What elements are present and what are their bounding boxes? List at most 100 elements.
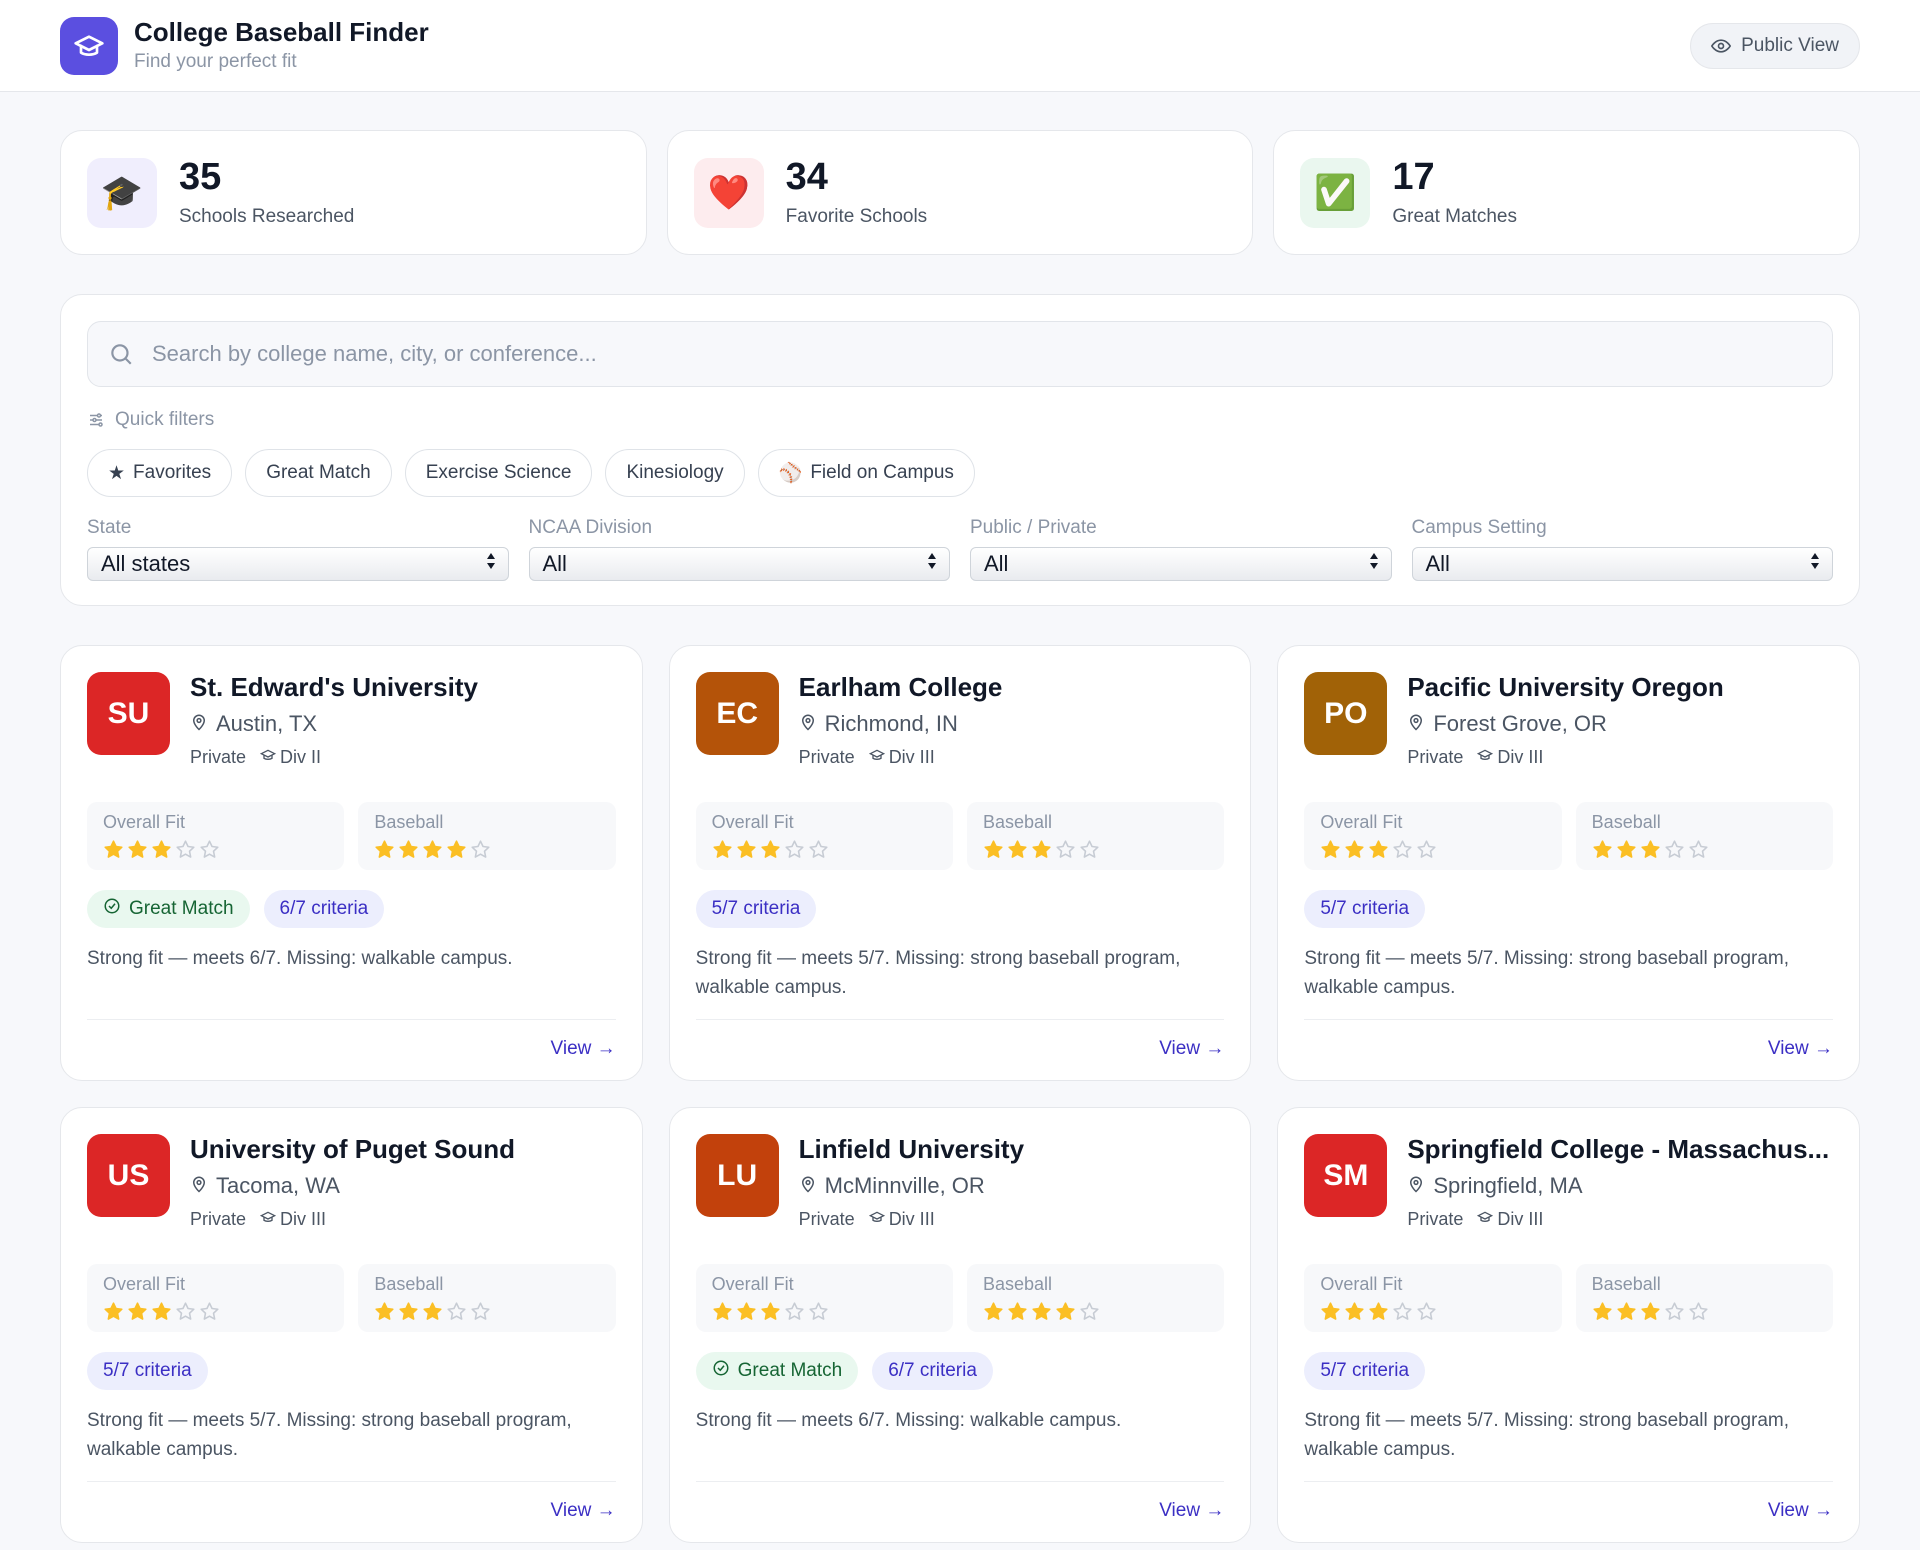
select-value: All states bbox=[101, 551, 191, 576]
star-filled-icon bbox=[423, 840, 442, 858]
star-filled-icon bbox=[375, 840, 394, 858]
star-empty-icon bbox=[1665, 840, 1684, 858]
star-filled-icon bbox=[399, 1302, 418, 1320]
division-text: Div III bbox=[1497, 1209, 1544, 1229]
filter-chip[interactable]: ⚾ Field on Campus bbox=[757, 449, 975, 497]
view-link[interactable]: View → bbox=[551, 1500, 616, 1522]
view-link[interactable]: View → bbox=[1159, 1500, 1224, 1522]
star-filled-icon bbox=[152, 840, 171, 858]
graduation-cap-icon bbox=[60, 16, 118, 75]
star-filled-icon bbox=[713, 1302, 732, 1320]
card-header: EC Earlham College Richmond, IN Private Div … bbox=[695, 672, 1225, 768]
great-match-badge: Great Match bbox=[695, 1352, 859, 1390]
school-name[interactable]: Springfield College - Massachus... bbox=[1407, 1134, 1829, 1165]
filter-chip[interactable]: Exercise Science bbox=[404, 449, 593, 497]
stat-icon: ✅ bbox=[1300, 157, 1371, 228]
star-empty-icon bbox=[1393, 840, 1412, 858]
overall-fit-rating: Overall Fit bbox=[87, 1264, 345, 1332]
star-filled-icon bbox=[1032, 840, 1051, 858]
school-name[interactable]: University of Puget Sound bbox=[190, 1134, 515, 1165]
filter-panel: Quick filters ★ Favorites Great Match Exerc… bbox=[60, 294, 1860, 606]
graduation-cap-icon bbox=[868, 747, 885, 768]
star-rating bbox=[1592, 1301, 1817, 1322]
map-pin-icon bbox=[799, 1173, 817, 1199]
school-location: Tacoma, WA bbox=[190, 1173, 515, 1199]
rating-label: Baseball bbox=[1591, 1274, 1661, 1294]
school-type: Private bbox=[798, 747, 855, 767]
filter-chip[interactable]: Great Match bbox=[245, 449, 392, 497]
star-empty-icon bbox=[1080, 1302, 1099, 1320]
stat-icon: ❤️ bbox=[693, 157, 764, 228]
star-filled-icon bbox=[1345, 1302, 1364, 1320]
quick-filters-label: Quick filters bbox=[87, 409, 1833, 431]
star-filled-icon bbox=[737, 1302, 756, 1320]
select-dropdown[interactable]: All bbox=[1411, 547, 1833, 581]
star-filled-icon bbox=[1032, 1302, 1051, 1320]
star-filled-icon bbox=[1593, 840, 1612, 858]
school-name[interactable]: St. Edward's University bbox=[190, 672, 478, 703]
school-name[interactable]: Linfield University bbox=[799, 1134, 1024, 1165]
school-name[interactable]: Pacific University Oregon bbox=[1407, 672, 1723, 703]
chevron-updown-icon bbox=[1367, 550, 1381, 578]
location-text: Forest Grove, OR bbox=[1433, 711, 1607, 736]
school-division: Div III bbox=[259, 1209, 326, 1230]
graduation-cap-icon bbox=[259, 747, 277, 768]
criteria-badge: 6/7 criteria bbox=[263, 890, 385, 928]
badges-row: Great Match 6/7 criteria bbox=[87, 890, 616, 928]
map-pin-icon bbox=[190, 1173, 208, 1199]
chip-icon: ★ bbox=[108, 462, 126, 484]
view-link[interactable]: View → bbox=[1159, 1038, 1224, 1060]
filter-selects: State All states NCAA Division All Public / … bbox=[87, 517, 1833, 581]
view-link[interactable]: View → bbox=[551, 1038, 616, 1060]
school-type: Private bbox=[798, 1209, 855, 1229]
filter-chip[interactable]: ★ Favorites bbox=[87, 449, 233, 497]
stat-icon: 🎓 bbox=[87, 157, 157, 228]
select-group: Public / Private All bbox=[970, 517, 1392, 581]
fit-description: Strong fit — meets 6/7. Missing: walkabl… bbox=[87, 948, 513, 969]
fit-description: Strong fit — meets 5/7. Missing: strong … bbox=[1304, 948, 1790, 999]
school-info: University of Puget Sound Tacoma, WA Priva… bbox=[190, 1134, 515, 1230]
star-filled-icon bbox=[1593, 1302, 1612, 1320]
view-link[interactable]: View → bbox=[1768, 1038, 1833, 1060]
select-dropdown[interactable]: All bbox=[528, 547, 950, 581]
card-footer: View → bbox=[695, 1481, 1225, 1522]
search-input[interactable] bbox=[152, 341, 1812, 367]
chevron-updown-icon bbox=[484, 550, 498, 578]
chip-label: Kinesiology bbox=[626, 462, 724, 483]
school-grid: SU St. Edward's University Austin, TX Priva… bbox=[60, 645, 1860, 1543]
select-group: Campus Setting All bbox=[1411, 517, 1833, 581]
star-filled-icon bbox=[984, 840, 1003, 858]
select-group: State All states bbox=[87, 517, 509, 581]
graduation-cap-icon bbox=[868, 1209, 885, 1230]
school-type: Private bbox=[1407, 1209, 1464, 1229]
badge-label: Great Match bbox=[737, 1360, 843, 1381]
rating-label: Baseball bbox=[374, 812, 444, 832]
location-text: Richmond, IN bbox=[824, 711, 958, 736]
star-filled-icon bbox=[1617, 1302, 1636, 1320]
search-box[interactable] bbox=[87, 321, 1833, 387]
stat-card: ❤️ 34 Favorite Schools bbox=[666, 130, 1254, 255]
baseball-rating: Baseball bbox=[1575, 802, 1834, 870]
badges-row: 5/7 criteria bbox=[1304, 1352, 1833, 1390]
baseball-rating: Baseball bbox=[1575, 1264, 1834, 1332]
criteria-badge: 5/7 criteria bbox=[1304, 890, 1426, 928]
view-link[interactable]: View → bbox=[1768, 1500, 1833, 1522]
card-footer: View → bbox=[1304, 1481, 1833, 1522]
fit-description: Strong fit — meets 5/7. Missing: strong … bbox=[87, 1410, 572, 1461]
card-footer: View → bbox=[87, 1481, 616, 1522]
star-empty-icon bbox=[1056, 840, 1075, 858]
school-name[interactable]: Earlham College bbox=[799, 672, 1003, 703]
select-dropdown[interactable]: All bbox=[970, 547, 1392, 581]
public-view-button[interactable]: Public View bbox=[1690, 22, 1860, 69]
star-empty-icon bbox=[809, 1302, 828, 1320]
quick-filter-chips: ★ Favorites Great Match Exercise Science Kin… bbox=[87, 449, 1833, 497]
filter-chip[interactable]: Kinesiology bbox=[605, 449, 745, 497]
school-card: SU St. Edward's University Austin, TX Priva… bbox=[60, 645, 643, 1081]
select-dropdown[interactable]: All states bbox=[87, 547, 509, 581]
baseball-rating: Baseball bbox=[358, 802, 616, 870]
brand: College Baseball Finder Find your perfec… bbox=[60, 16, 429, 75]
sliders-icon bbox=[90, 413, 103, 427]
stat-label: Favorite Schools bbox=[785, 205, 928, 227]
school-division: Div III bbox=[1477, 747, 1543, 768]
school-meta: Private Div III bbox=[190, 1209, 515, 1230]
